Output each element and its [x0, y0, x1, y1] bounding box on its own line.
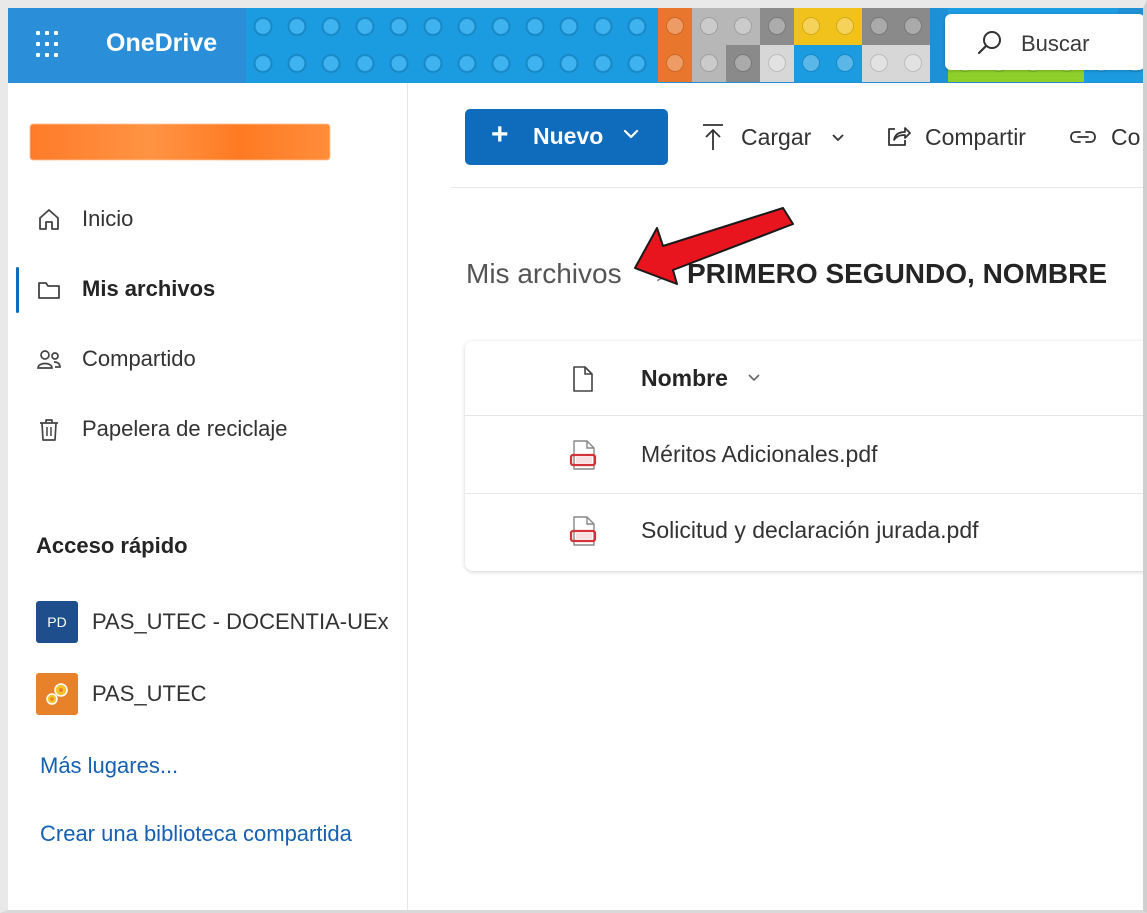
upload-icon — [703, 124, 723, 150]
create-shared-library-link[interactable]: Crear una biblioteca compartida — [40, 821, 352, 847]
sidebar-item-my-files[interactable]: Mis archivos — [8, 263, 406, 315]
app-launcher-icon[interactable] — [36, 31, 64, 59]
quick-access-heading: Acceso rápido — [36, 533, 188, 558]
pdf-icon — [569, 516, 597, 546]
site-badge: PD — [36, 601, 78, 643]
link-icon — [1070, 131, 1096, 143]
copy-link-button[interactable]: Co — [1069, 109, 1147, 165]
annotation-arrow-icon — [634, 207, 794, 285]
new-button-label: Nuevo — [533, 123, 604, 149]
file-list: Nombre Méritos Adicionales.pdf Solicitud… — [465, 341, 1147, 571]
file-name[interactable]: Méritos Adicionales.pdf — [641, 441, 878, 468]
sidebar-item-label: Inicio — [82, 206, 134, 231]
sidebar-item-shared[interactable]: Compartido — [8, 333, 406, 385]
search-icon — [977, 31, 1001, 55]
people-icon — [37, 350, 61, 369]
header-background — [246, 8, 666, 83]
redacted-user-name — [30, 124, 330, 160]
share-label: Compartir — [925, 124, 1026, 150]
sidebar-item-label: Papelera de reciclaje — [82, 416, 288, 441]
top-bar: OneDrive Buscar — [8, 8, 1143, 83]
upload-label: Cargar — [741, 124, 812, 150]
chevron-down-icon — [623, 129, 639, 139]
column-header-name[interactable]: Nombre — [641, 365, 728, 392]
upload-button[interactable]: Cargar — [699, 109, 859, 165]
quick-access-label: PAS_UTEC - DOCENTIA-UEx — [92, 609, 389, 634]
sidebar-item-label: Compartido — [82, 346, 196, 371]
sidebar-item-home[interactable]: Inicio — [8, 193, 406, 245]
home-icon — [39, 209, 59, 230]
file-name[interactable]: Solicitud y declaración jurada.pdf — [641, 517, 979, 544]
quick-access-item-pas-utec[interactable]: PAS_UTEC — [8, 667, 406, 715]
app-title[interactable]: OneDrive — [106, 29, 217, 58]
copy-link-label: Co — [1111, 124, 1141, 150]
more-places-link[interactable]: Más lugares... — [40, 753, 178, 779]
file-row[interactable]: Solicitud y declaración jurada.pdf — [465, 493, 1147, 569]
brand-area: OneDrive — [8, 8, 246, 83]
header-decoration — [658, 8, 948, 83]
trash-icon — [40, 419, 58, 441]
share-icon — [888, 127, 911, 146]
share-button[interactable]: Compartir — [883, 109, 1043, 165]
sidebar-item-recycle-bin[interactable]: Papelera de reciclaje — [8, 403, 406, 455]
file-type-icon — [573, 366, 593, 392]
file-list-header: Nombre — [465, 341, 1147, 416]
quick-access-item-docentia[interactable]: PD PAS_UTEC - DOCENTIA-UEx — [8, 595, 406, 643]
active-indicator — [16, 267, 19, 313]
sidebar: Inicio Mis archivos Compartido Papelera … — [8, 83, 408, 913]
gears-icon — [36, 673, 78, 715]
quick-access-label: PAS_UTEC — [92, 681, 207, 706]
breadcrumb-root[interactable]: Mis archivos — [466, 258, 622, 290]
search-input[interactable]: Buscar — [1021, 31, 1089, 57]
chevron-down-icon — [832, 134, 844, 142]
folder-icon — [38, 282, 60, 299]
chevron-down-icon[interactable] — [747, 373, 761, 383]
pdf-icon — [569, 440, 597, 470]
plus-icon: + — [491, 118, 509, 151]
file-row[interactable]: Méritos Adicionales.pdf — [465, 417, 1147, 493]
search-box[interactable]: Buscar — [945, 14, 1143, 70]
sidebar-item-label: Mis archivos — [82, 276, 216, 301]
command-bar-divider — [451, 187, 1147, 188]
main-content: + Nuevo Cargar Compartir Co Mis archivos — [409, 83, 1147, 913]
new-button[interactable]: + Nuevo — [465, 109, 668, 165]
